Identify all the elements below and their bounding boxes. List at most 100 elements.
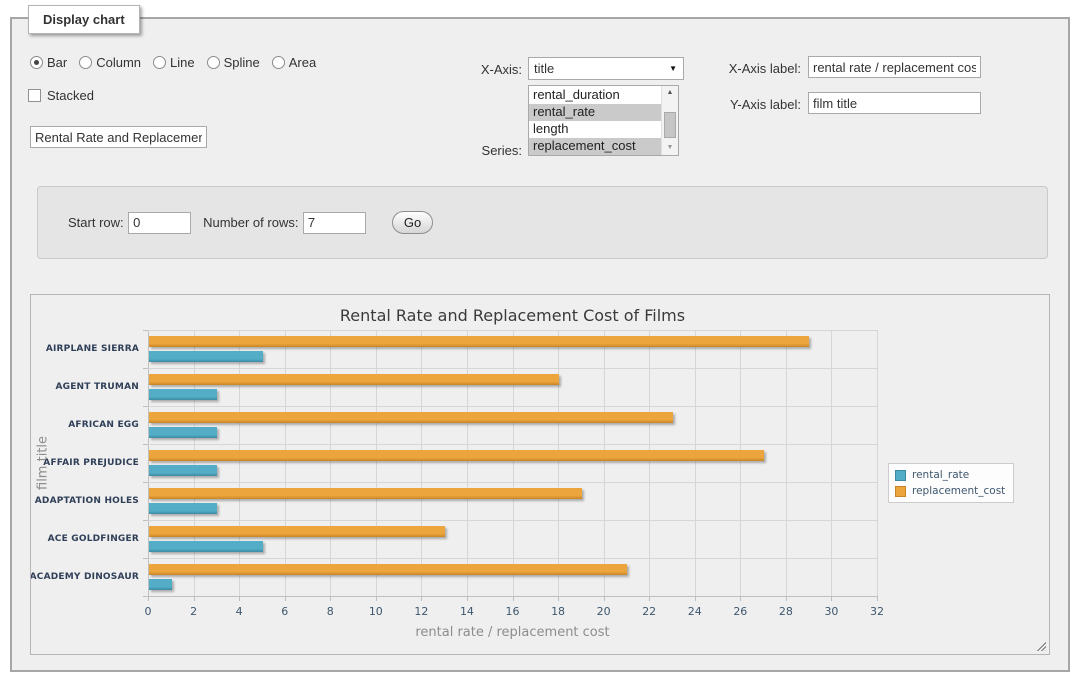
gridline-h [148, 368, 877, 369]
x-axis-tick [831, 597, 832, 601]
x-axis-title: rental rate / replacement cost [148, 625, 877, 640]
scrollbar-thumb[interactable] [664, 112, 676, 138]
radio-label: Line [170, 55, 195, 70]
gridline-h [148, 444, 877, 445]
gridline-v [740, 330, 741, 596]
x-tick-label: 6 [270, 605, 300, 618]
gridline-v [285, 330, 286, 596]
chart-type-radio-spline[interactable]: Spline [207, 55, 260, 70]
go-button[interactable]: Go [392, 211, 433, 234]
gridline-v [376, 330, 377, 596]
y-axis-tick [143, 406, 148, 407]
x-axis-tick [740, 597, 741, 601]
radio-icon [272, 56, 285, 69]
bar-replacement_cost[interactable] [149, 488, 582, 499]
radio-icon [153, 56, 166, 69]
y-axis-tick [143, 444, 148, 445]
bar-rental_rate[interactable] [149, 579, 172, 590]
start-row-input[interactable] [128, 212, 191, 234]
gridline-h [148, 406, 877, 407]
bar-rental_rate[interactable] [149, 351, 263, 362]
radio-icon [207, 56, 220, 69]
bar-replacement_cost[interactable] [149, 450, 764, 461]
y-axis-title: film title [35, 330, 51, 596]
bar-rental_rate[interactable] [149, 541, 263, 552]
y-axis-label-input[interactable] [808, 92, 981, 114]
bar-replacement_cost[interactable] [149, 526, 445, 537]
x-axis-select[interactable]: title ▼ [528, 57, 684, 80]
rows-panel: Start row: Number of rows: Go [37, 186, 1048, 259]
y-axis-tick [143, 558, 148, 559]
gridline-v [604, 330, 605, 596]
x-axis-line [148, 596, 878, 597]
y-axis-tick [143, 482, 148, 483]
x-tick-label: 18 [543, 605, 573, 618]
num-rows-label: Number of rows: [203, 215, 298, 230]
x-axis-label-label: X-Axis label: [701, 61, 801, 76]
y-axis-tick [143, 368, 148, 369]
gridline-v [421, 330, 422, 596]
x-tick-label: 28 [771, 605, 801, 618]
bar-replacement_cost[interactable] [149, 412, 673, 423]
chart-title-input[interactable] [30, 126, 207, 148]
x-tick-label: 12 [406, 605, 436, 618]
series-option-length[interactable]: length [529, 121, 661, 138]
bar-replacement_cost[interactable] [149, 374, 559, 385]
legend-label: replacement_cost [912, 485, 1005, 497]
scroll-up-icon[interactable]: ▲ [662, 86, 678, 100]
radio-label: Area [289, 55, 316, 70]
radio-icon [30, 56, 43, 69]
x-axis-tick [330, 597, 331, 601]
x-tick-label: 2 [179, 605, 209, 618]
legend-item-rental_rate[interactable]: rental_rate [895, 469, 1005, 481]
series-option-replacement_cost[interactable]: replacement_cost [529, 138, 661, 155]
radio-label: Column [96, 55, 141, 70]
chart-type-radio-bar[interactable]: Bar [30, 55, 67, 70]
x-axis-tick [695, 597, 696, 601]
bar-rental_rate[interactable] [149, 503, 217, 514]
bar-replacement_cost[interactable] [149, 564, 627, 575]
gridline-h [148, 520, 877, 521]
chart-type-radio-line[interactable]: Line [153, 55, 195, 70]
x-axis-select-label: X-Axis: [442, 62, 522, 77]
legend-item-replacement_cost[interactable]: replacement_cost [895, 485, 1005, 497]
bar-rental_rate[interactable] [149, 427, 217, 438]
gridline-v [695, 330, 696, 596]
bar-rental_rate[interactable] [149, 389, 217, 400]
gridline-v [194, 330, 195, 596]
series-option-rental_rate[interactable]: rental_rate [529, 104, 661, 121]
y-axis-tick [143, 520, 148, 521]
x-axis-tick [376, 597, 377, 601]
num-rows-input[interactable] [303, 212, 366, 234]
series-scrollbar[interactable]: ▲ ▼ [661, 86, 678, 155]
x-axis-tick [421, 597, 422, 601]
gridline-v [330, 330, 331, 596]
legend-swatch-icon [895, 486, 906, 497]
stacked-checkbox[interactable] [28, 89, 41, 102]
resize-handle-icon[interactable] [1035, 640, 1046, 651]
scroll-down-icon[interactable]: ▼ [662, 141, 678, 155]
series-option-rental_duration[interactable]: rental_duration [529, 87, 661, 104]
x-axis-label-input[interactable] [808, 56, 981, 78]
x-axis-tick [239, 597, 240, 601]
x-axis-select-value: title [534, 61, 554, 76]
x-tick-label: 10 [361, 605, 391, 618]
panel-title: Display chart [28, 5, 140, 34]
gridline-h [148, 330, 877, 331]
y-axis-label-label: Y-Axis label: [701, 97, 801, 112]
x-axis-tick [786, 597, 787, 601]
x-axis-tick [285, 597, 286, 601]
series-listbox[interactable]: rental_durationrental_ratelengthreplacem… [528, 85, 679, 156]
x-tick-label: 4 [224, 605, 254, 618]
legend-label: rental_rate [912, 469, 969, 481]
bar-rental_rate[interactable] [149, 465, 217, 476]
x-tick-label: 16 [498, 605, 528, 618]
x-tick-label: 32 [862, 605, 892, 618]
gridline-h [148, 558, 877, 559]
x-tick-label: 0 [133, 605, 163, 618]
chart-type-radio-area[interactable]: Area [272, 55, 316, 70]
x-axis-tick [513, 597, 514, 601]
chart-type-radio-column[interactable]: Column [79, 55, 141, 70]
chart-container: Rental Rate and Replacement Cost of Film… [30, 294, 1050, 655]
bar-replacement_cost[interactable] [149, 336, 809, 347]
